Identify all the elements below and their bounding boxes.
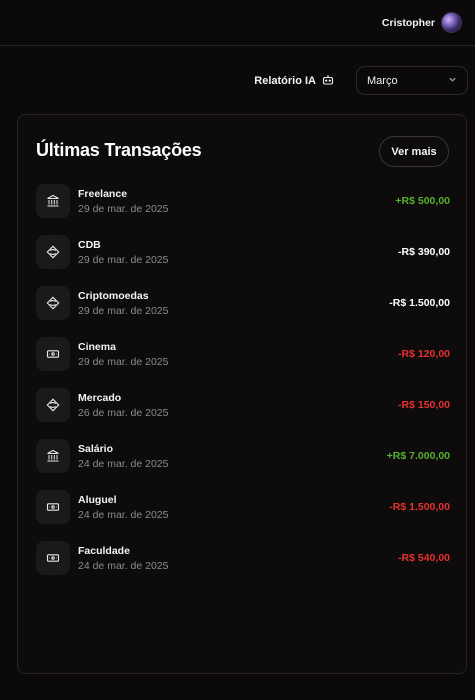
transaction-date: 24 de mar. de 2025 xyxy=(78,458,169,470)
transaction-row[interactable]: Mercado 26 de mar. de 2025 -R$ 150,00 xyxy=(36,388,450,439)
bot-icon xyxy=(322,74,334,89)
month-select-value: Março xyxy=(367,74,398,87)
cash-icon xyxy=(36,541,70,575)
transaction-date: 29 de mar. de 2025 xyxy=(78,254,169,266)
top-navbar: Cristopher xyxy=(0,0,475,46)
transaction-row[interactable]: Cinema 29 de mar. de 2025 -R$ 120,00 xyxy=(36,337,450,388)
transaction-date: 26 de mar. de 2025 xyxy=(78,407,169,419)
transaction-row[interactable]: Faculdade 24 de mar. de 2025 -R$ 540,00 xyxy=(36,541,450,592)
transaction-amount: +R$ 7.000,00 xyxy=(386,450,450,462)
transaction-name: Freelance xyxy=(78,188,128,200)
investment-icon xyxy=(36,286,70,320)
transaction-name: Salário xyxy=(78,443,114,455)
user-name[interactable]: Cristopher xyxy=(382,17,435,29)
transaction-amount: -R$ 150,00 xyxy=(398,399,450,411)
transaction-row[interactable]: Criptomoedas 29 de mar. de 2025 -R$ 1.50… xyxy=(36,286,450,337)
transaction-amount: -R$ 1.500,00 xyxy=(389,501,450,513)
transaction-amount: -R$ 540,00 xyxy=(398,552,450,564)
transaction-name: Faculdade xyxy=(78,545,130,557)
ai-report-label: Relatório IA xyxy=(254,75,316,87)
investment-icon xyxy=(36,388,70,422)
card-title: Últimas Transações xyxy=(36,140,202,160)
transaction-date: 29 de mar. de 2025 xyxy=(78,305,169,317)
transaction-amount: +R$ 500,00 xyxy=(395,195,450,207)
bank-icon xyxy=(36,439,70,473)
transaction-date: 24 de mar. de 2025 xyxy=(78,509,169,521)
ai-report-button[interactable]: Relatório IA xyxy=(254,66,334,96)
transaction-amount: -R$ 390,00 xyxy=(398,246,450,258)
transaction-name: Mercado xyxy=(78,392,122,404)
transaction-amount: -R$ 120,00 xyxy=(398,348,450,360)
dashboard-controls: Relatório IA Março xyxy=(0,66,475,96)
transaction-row[interactable]: Salário 24 de mar. de 2025 +R$ 7.000,00 xyxy=(36,439,450,490)
transaction-name: Criptomoedas xyxy=(78,290,149,302)
cash-icon xyxy=(36,490,70,524)
last-transactions-card: Últimas Transações Ver mais Freelance 29… xyxy=(17,114,467,674)
cash-icon xyxy=(36,337,70,371)
transaction-date: 24 de mar. de 2025 xyxy=(78,560,169,572)
transaction-name: Cinema xyxy=(78,341,116,353)
see-more-button[interactable]: Ver mais xyxy=(379,136,449,167)
chevron-down-icon xyxy=(448,75,457,87)
transaction-name: CDB xyxy=(78,239,101,251)
month-select[interactable]: Março xyxy=(356,66,468,95)
user-avatar[interactable] xyxy=(441,12,462,33)
transaction-name: Aluguel xyxy=(78,494,117,506)
investment-icon xyxy=(36,235,70,269)
transaction-row[interactable]: Aluguel 24 de mar. de 2025 -R$ 1.500,00 xyxy=(36,490,450,541)
bank-icon xyxy=(36,184,70,218)
transactions-list: Freelance 29 de mar. de 2025 +R$ 500,00 … xyxy=(36,184,450,592)
transaction-date: 29 de mar. de 2025 xyxy=(78,356,169,368)
transaction-date: 29 de mar. de 2025 xyxy=(78,203,169,215)
transaction-amount: -R$ 1.500,00 xyxy=(389,297,450,309)
transaction-row[interactable]: Freelance 29 de mar. de 2025 +R$ 500,00 xyxy=(36,184,450,235)
transaction-row[interactable]: CDB 29 de mar. de 2025 -R$ 390,00 xyxy=(36,235,450,286)
